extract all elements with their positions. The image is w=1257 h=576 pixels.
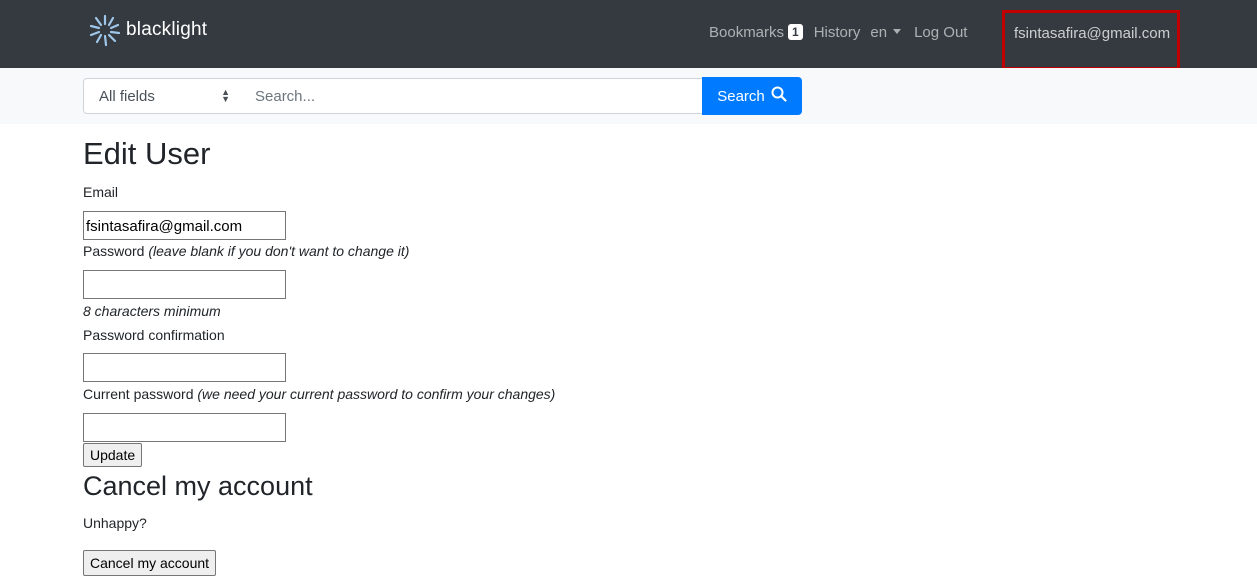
- password-hint: (leave blank if you don't want to change…: [148, 243, 410, 259]
- search-input[interactable]: [242, 78, 703, 114]
- email-field[interactable]: [83, 211, 286, 240]
- page-title: Edit User: [83, 136, 211, 171]
- up-down-arrows-icon: ▲ ▼: [221, 87, 230, 104]
- update-button[interactable]: Update: [83, 443, 143, 467]
- cancel-account-button[interactable]: Cancel my account: [83, 550, 217, 576]
- password-confirmation-label: Password confirmation: [83, 327, 225, 343]
- user-account-link[interactable]: fsintasafira@gmail.com: [1002, 10, 1180, 70]
- current-password-label-row: Current password (we need your current p…: [83, 386, 555, 402]
- nav-links: Bookmarks 1 History en Log Out: [709, 24, 967, 41]
- password-min-text: 8 characters minimum: [83, 303, 221, 319]
- current-password-label: Current password: [83, 386, 194, 402]
- top-navbar: blacklight Bookmarks 1 History en Log Out…: [0, 0, 1257, 70]
- caret-down-icon: [893, 29, 902, 34]
- bookmarks-label: Bookmarks: [709, 24, 785, 41]
- cancel-account-heading: Cancel my account: [83, 471, 313, 501]
- password-min-note: 8 characters minimum: [83, 303, 221, 319]
- search-button-label: Search: [717, 87, 765, 105]
- brand-name: blacklight: [126, 19, 208, 40]
- password-label: Password: [83, 243, 145, 259]
- password-label-row: Password (leave blank if you don't want …: [83, 243, 409, 259]
- current-password-hint: (we need your current password to confir…: [197, 386, 556, 402]
- bookmarks-count-badge: 1: [788, 24, 803, 40]
- brand[interactable]: blacklight: [88, 13, 207, 47]
- password-field[interactable]: [83, 270, 286, 299]
- language-label: en: [870, 24, 888, 41]
- magnifier-icon: [771, 86, 787, 106]
- bookmarks-link[interactable]: Bookmarks 1: [709, 24, 803, 41]
- search-field-selected: All fields: [99, 88, 155, 105]
- email-label: Email: [83, 184, 119, 200]
- blacklight-logo-icon: [88, 13, 122, 47]
- search-button[interactable]: Search: [702, 77, 802, 115]
- search-field-select[interactable]: All fields ▲ ▼: [83, 78, 243, 114]
- history-link[interactable]: History: [814, 24, 861, 41]
- unhappy-text: Unhappy?: [83, 515, 147, 531]
- current-password-field[interactable]: [83, 413, 286, 442]
- password-confirmation-field[interactable]: [83, 353, 286, 382]
- language-dropdown[interactable]: en: [870, 24, 902, 41]
- logout-link[interactable]: Log Out: [914, 24, 967, 41]
